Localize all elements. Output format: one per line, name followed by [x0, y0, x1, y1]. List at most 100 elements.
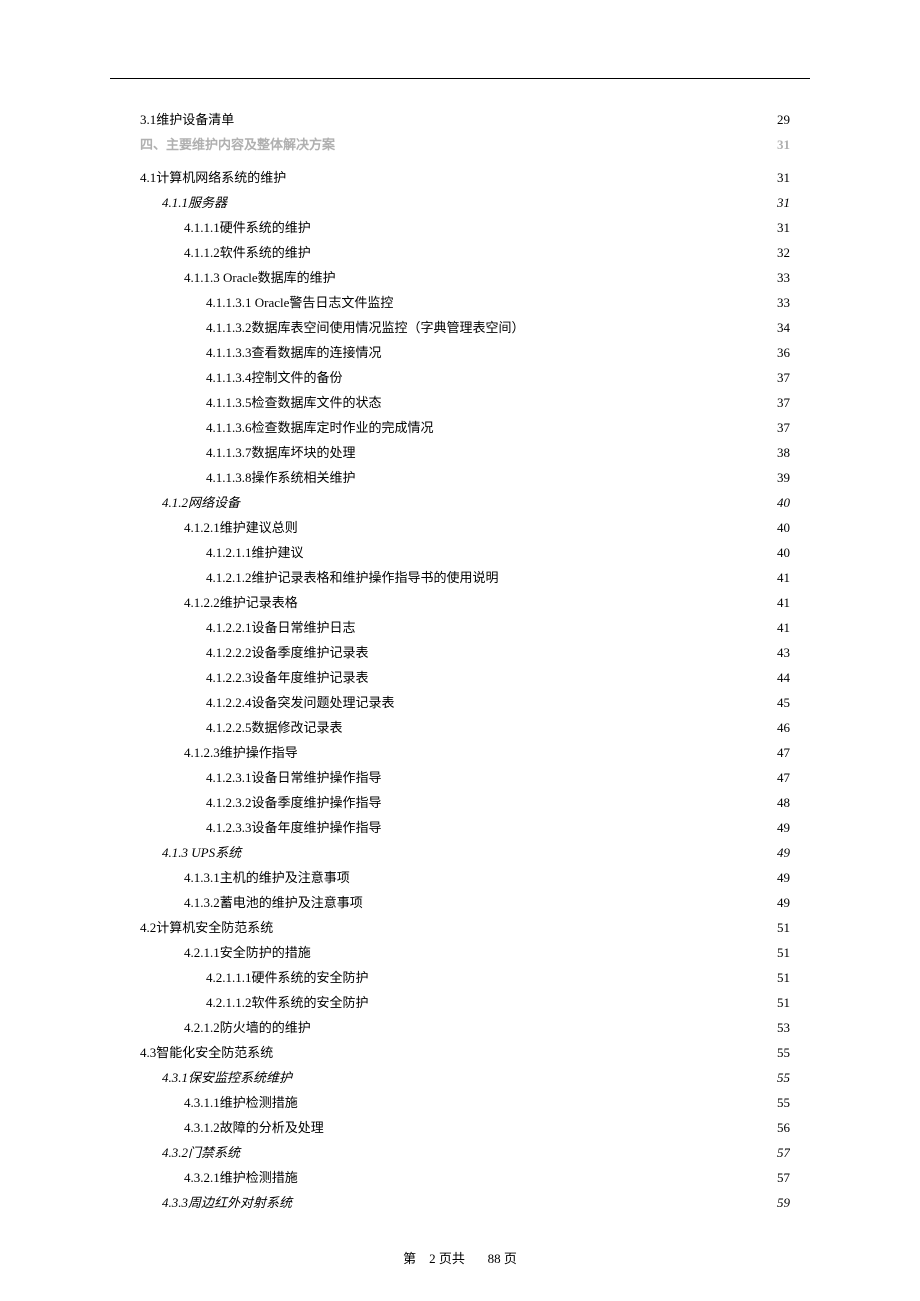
toc-entry-page: 36 — [777, 343, 790, 364]
toc-entry[interactable]: 4.1.2.2维护记录表格 41 — [140, 593, 790, 618]
toc-entry-page: 33 — [777, 268, 790, 289]
toc-entry-title: 4.1.3 UPS系统 — [162, 843, 241, 864]
toc-entry[interactable]: 4.1.2.1.1维护建议 40 — [140, 543, 790, 568]
toc-entry-page: 47 — [777, 743, 790, 764]
toc-entry[interactable]: 4.1.1.1硬件系统的维护 31 — [140, 218, 790, 243]
toc-entry-page: 51 — [777, 918, 790, 939]
toc-entry-page: 55 — [777, 1093, 790, 1114]
toc-entry-page: 44 — [777, 668, 790, 689]
toc-entry-title: 4.1.1.3.4控制文件的备份 — [206, 368, 343, 389]
toc-entry-page: 37 — [777, 368, 790, 389]
toc-entry[interactable]: 4.2计算机安全防范系统 51 — [140, 918, 790, 943]
toc-entry-page: 31 — [777, 218, 790, 239]
toc-entry[interactable]: 4.1.1.3.2数据库表空间使用情况监控（字典管理表空间） 34 — [140, 318, 790, 343]
toc-entry[interactable]: 4.1.2.3.3设备年度维护操作指导 49 — [140, 818, 790, 843]
toc-entry-title: 4.1.2网络设备 — [162, 493, 240, 514]
toc-entry[interactable]: 4.3.3周边红外对射系统 59 — [140, 1193, 790, 1218]
toc-entry[interactable]: 4.3.1.1维护检测措施 55 — [140, 1093, 790, 1118]
toc-entry[interactable]: 4.1.2.1维护建议总则 40 — [140, 518, 790, 543]
toc-entry[interactable]: 4.1.2.1.2维护记录表格和维护操作指导书的使用说明 41 — [140, 568, 790, 593]
toc-entry[interactable]: 4.1.2.2.2设备季度维护记录表 43 — [140, 643, 790, 668]
toc-entry[interactable]: 4.1.1.3 Oracle数据库的维护 33 — [140, 268, 790, 293]
toc-entry[interactable]: 4.1.2.3.1设备日常维护操作指导 47 — [140, 768, 790, 793]
toc-entry[interactable]: 4.2.1.2防火墙的的维护 53 — [140, 1018, 790, 1043]
toc-entry[interactable]: 4.3智能化安全防范系统 55 — [140, 1043, 790, 1068]
toc-entry[interactable]: 4.1.1.3.6检查数据库定时作业的完成情况 37 — [140, 418, 790, 443]
toc-entry-page: 41 — [777, 593, 790, 614]
toc-entry-page: 49 — [777, 843, 790, 864]
toc-entry-page: 29 — [777, 110, 790, 131]
toc-entry[interactable]: 4.1.2.2.4设备突发问题处理记录表 45 — [140, 693, 790, 718]
toc-entry-page: 56 — [777, 1118, 790, 1139]
toc-entry[interactable]: 4.1.3.2蓄电池的维护及注意事项 49 — [140, 893, 790, 918]
toc-entry-title: 4.1.3.2蓄电池的维护及注意事项 — [184, 893, 363, 914]
toc-entry-title: 4.1.1.3.8操作系统相关维护 — [206, 468, 356, 489]
toc-entry-page: 39 — [777, 468, 790, 489]
toc-entry-title: 4.1.1.3.6检查数据库定时作业的完成情况 — [206, 418, 434, 439]
toc-entry[interactable]: 4.2.1.1.2软件系统的安全防护 51 — [140, 993, 790, 1018]
toc-entry-title: 4.1.1.3 Oracle数据库的维护 — [184, 268, 336, 289]
toc-entry[interactable]: 4.2.1.1安全防护的措施 51 — [140, 943, 790, 968]
toc-entry-title: 4.1.2.2.3设备年度维护记录表 — [206, 668, 369, 689]
toc-entry[interactable]: 4.1.2网络设备 40 — [140, 493, 790, 518]
top-rule — [110, 78, 810, 79]
toc-entry-title: 4.1.2.3.3设备年度维护操作指导 — [206, 818, 382, 839]
toc-entry[interactable]: 4.1.1.3.8操作系统相关维护 39 — [140, 468, 790, 493]
footer-mid: 页共 — [439, 1251, 465, 1266]
toc-entry[interactable]: 4.1.3 UPS系统 49 — [140, 843, 790, 868]
toc-entry-title: 4.3智能化安全防范系统 — [140, 1043, 273, 1064]
toc-entry[interactable]: 4.1.1.3.4控制文件的备份 37 — [140, 368, 790, 393]
toc-entry[interactable]: 4.1.1.3.3查看数据库的连接情况 36 — [140, 343, 790, 368]
toc-entry-title: 4.3.1.2故障的分析及处理 — [184, 1118, 324, 1139]
toc-entry-page: 46 — [777, 718, 790, 739]
toc-entry-title: 4.1.2.3维护操作指导 — [184, 743, 298, 764]
toc-entry[interactable]: 4.1计算机网络系统的维护 31 — [140, 168, 790, 193]
toc-entry[interactable]: 3.1维护设备清单 29 — [140, 110, 790, 135]
toc-entry[interactable]: 4.3.1保安监控系统维护 55 — [140, 1068, 790, 1093]
toc-entry-title: 4.1.1.3.5检查数据库文件的状态 — [206, 393, 382, 414]
toc-entry[interactable]: 4.1.1服务器 31 — [140, 193, 790, 218]
toc-entry-title: 4.1.2.1.2维护记录表格和维护操作指导书的使用说明 — [206, 568, 499, 589]
toc-entry-page: 38 — [777, 443, 790, 464]
toc-spacer — [140, 160, 790, 168]
toc-entry[interactable]: 4.3.2.1维护检测措施 57 — [140, 1168, 790, 1193]
toc-entry[interactable]: 四、主要维护内容及整体解决方案 31 — [140, 135, 790, 160]
toc-entry[interactable]: 4.1.2.3.2设备季度维护操作指导 48 — [140, 793, 790, 818]
toc-entry[interactable]: 4.3.2门禁系统 57 — [140, 1143, 790, 1168]
toc-entry[interactable]: 4.1.1.2软件系统的维护 32 — [140, 243, 790, 268]
toc-entry[interactable]: 4.1.2.2.5数据修改记录表 46 — [140, 718, 790, 743]
toc-entry-title: 4.1.1.3.1 Oracle警告日志文件监控 — [206, 293, 393, 314]
toc-entry-title: 4.1.2.3.2设备季度维护操作指导 — [206, 793, 382, 814]
toc-entry-page: 32 — [777, 243, 790, 264]
toc-entry-title: 4.1.2.2.4设备突发问题处理记录表 — [206, 693, 395, 714]
toc-entry[interactable]: 4.1.2.3维护操作指导 47 — [140, 743, 790, 768]
toc-entry-page: 40 — [777, 518, 790, 539]
toc-entry-page: 37 — [777, 393, 790, 414]
toc-entry-title: 4.1.1.3.2数据库表空间使用情况监控（字典管理表空间） — [206, 318, 525, 339]
toc-entry-title: 4.2.1.1.1硬件系统的安全防护 — [206, 968, 369, 989]
footer-prefix: 第 — [403, 1251, 416, 1266]
toc-entry-page: 34 — [777, 318, 790, 339]
toc-entry-page: 43 — [777, 643, 790, 664]
toc-entry-page: 33 — [777, 293, 790, 314]
toc-entry-page: 51 — [777, 993, 790, 1014]
toc-entry[interactable]: 4.1.2.2.1设备日常维护日志 41 — [140, 618, 790, 643]
toc-entry[interactable]: 4.1.1.3.7数据库坏块的处理 38 — [140, 443, 790, 468]
toc-entry-title: 4.2.1.2防火墙的的维护 — [184, 1018, 311, 1039]
toc-entry[interactable]: 4.1.2.2.3设备年度维护记录表 44 — [140, 668, 790, 693]
toc-entry[interactable]: 4.3.1.2故障的分析及处理 56 — [140, 1118, 790, 1143]
toc-entry-title: 4.1.2.2.1设备日常维护日志 — [206, 618, 356, 639]
toc-entry-title: 4.1.2.2维护记录表格 — [184, 593, 298, 614]
toc-entry-title: 4.2计算机安全防范系统 — [140, 918, 273, 939]
toc-entry-title: 4.1.1.3.7数据库坏块的处理 — [206, 443, 356, 464]
toc-entry[interactable]: 4.1.1.3.1 Oracle警告日志文件监控 33 — [140, 293, 790, 318]
toc-entry-page: 45 — [777, 693, 790, 714]
toc-entry-title: 4.3.1.1维护检测措施 — [184, 1093, 298, 1114]
toc-entry[interactable]: 4.2.1.1.1硬件系统的安全防护 51 — [140, 968, 790, 993]
toc-entry-page: 31 — [777, 168, 790, 189]
toc-entry-title: 4.2.1.1安全防护的措施 — [184, 943, 311, 964]
toc-entry[interactable]: 4.1.3.1主机的维护及注意事项 49 — [140, 868, 790, 893]
toc-entry-title: 4.1.2.1维护建议总则 — [184, 518, 298, 539]
toc-entry[interactable]: 4.1.1.3.5检查数据库文件的状态 37 — [140, 393, 790, 418]
footer-suffix: 页 — [504, 1251, 517, 1266]
